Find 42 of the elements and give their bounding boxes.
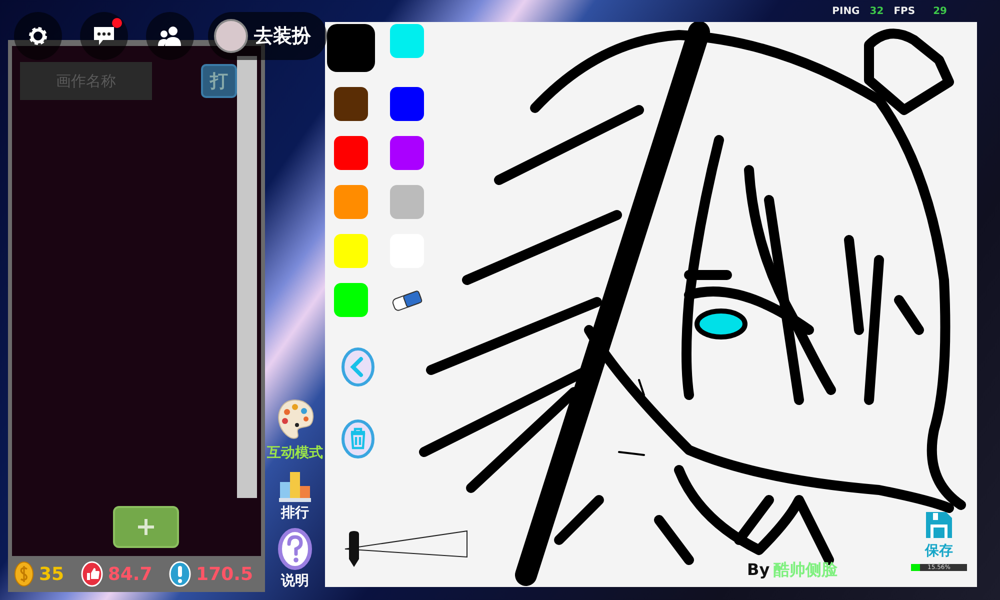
avatar [214, 19, 248, 53]
menu-label[interactable]: 互动模式 [267, 444, 323, 462]
ping-label: PING [832, 6, 860, 16]
friends-button[interactable] [146, 12, 194, 60]
color-swatch[interactable] [390, 24, 424, 58]
fps-label: FPS [894, 6, 916, 16]
coin-icon [14, 561, 34, 587]
credit-by: By [747, 560, 770, 581]
stat-value: 170.5 [196, 564, 253, 584]
brush-size-slider[interactable] [343, 529, 469, 569]
thumbs-up-icon [80, 561, 103, 587]
color-swatch[interactable] [334, 185, 368, 219]
color-swatch[interactable] [334, 87, 368, 121]
chat-icon [93, 26, 115, 46]
ping-value: 32 [870, 6, 884, 16]
color-swatch[interactable] [390, 136, 424, 170]
plus-icon [136, 518, 154, 536]
color-swatch[interactable] [390, 87, 424, 121]
color-swatch[interactable] [334, 283, 368, 317]
chat-button[interactable] [80, 12, 128, 60]
color-swatch[interactable] [334, 136, 368, 170]
stat-value: 84.7 [108, 564, 152, 584]
scrollbar[interactable] [237, 56, 257, 498]
settings-icon [27, 25, 49, 47]
author-name: 酷帅侧脸 [774, 560, 838, 581]
color-swatch[interactable] [327, 24, 375, 72]
help-icon [278, 528, 312, 570]
menu-label[interactable]: 说明 [281, 572, 309, 590]
save-icon[interactable] [924, 510, 954, 540]
brush-thumb[interactable] [348, 531, 360, 567]
exclamation-icon [169, 561, 192, 587]
stat-value: 35 [39, 564, 64, 584]
color-swatch[interactable] [334, 234, 368, 268]
color-swatch[interactable] [390, 185, 424, 219]
people-icon [158, 26, 182, 46]
trash-icon[interactable] [341, 419, 375, 459]
back-icon[interactable] [341, 347, 375, 387]
settings-button[interactable] [14, 12, 62, 60]
dress-up-button[interactable]: 去装扮 [208, 12, 327, 60]
fps-value: 29 [933, 6, 947, 16]
menu-label[interactable]: 排行 [281, 504, 309, 522]
palette-icon [276, 398, 314, 442]
